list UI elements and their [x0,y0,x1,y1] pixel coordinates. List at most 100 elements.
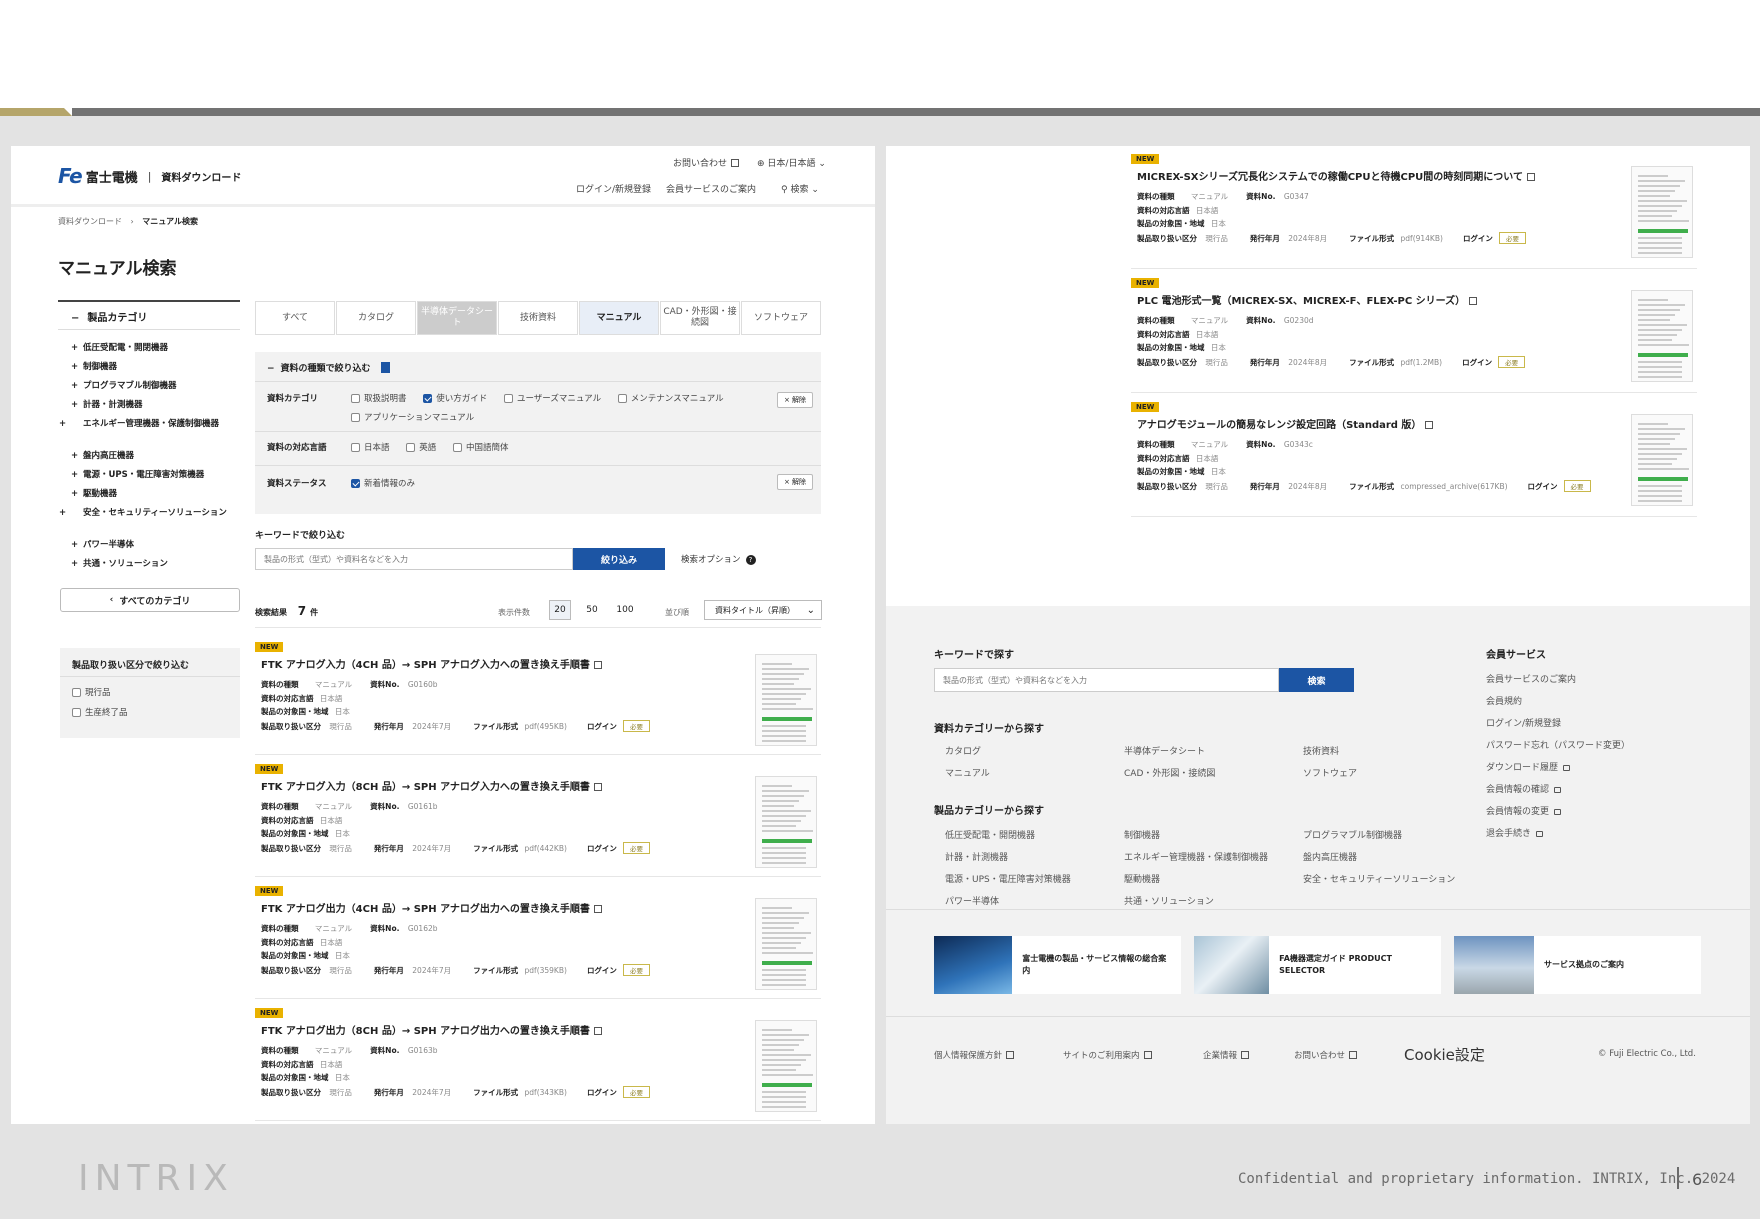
per-page-100[interactable]: 100 [611,600,639,620]
filter-option[interactable]: 英語 [406,443,436,453]
result-title-link[interactable]: FTK アナログ入力（4CH 品）→ SPH アナログ入力への置き換え手順書 [261,656,602,671]
result-title-link[interactable]: FTK アナログ出力（4CH 品）→ SPH アナログ出力への置き換え手順書 [261,900,602,915]
category-toggle[interactable]: − 製品カテゴリ [71,309,147,324]
filter-option[interactable]: アプリケーションマニュアル [351,411,474,423]
checkbox[interactable] [503,394,513,403]
handling-option-discontinued[interactable]: 生産終了品 [72,706,128,718]
doc-category-link[interactable]: マニュアル [945,766,990,779]
member-link[interactable]: 会員規約 [1486,694,1522,707]
category-item[interactable]: + エネルギー管理機器・保護制御機器 [59,419,236,451]
doc-category-link[interactable]: CAD・外形図・接続図 [1124,766,1215,779]
result-title-link[interactable]: FTK アナログ入力（8CH 品）→ SPH アナログ入力への置き換え手順書 [261,778,602,793]
category-item[interactable]: + 安全・セキュリティーソリューション [59,508,236,540]
result-title-link[interactable]: アナログモジュールの簡易なレンジ設定回路（Standard 版） [1137,416,1434,431]
checkbox[interactable] [406,443,416,452]
help-icon[interactable] [380,362,390,373]
tab-catalog[interactable]: カタログ [336,301,416,335]
product-category-link[interactable]: 低圧受配電・開閉機器 [945,828,1035,841]
document-thumbnail[interactable] [1631,290,1693,382]
per-page-20[interactable]: 20 [549,600,571,620]
checkbox[interactable] [72,688,81,697]
checkbox[interactable] [351,413,360,422]
member-link[interactable]: 会員情報の確認 [1486,782,1562,795]
privacy-link[interactable]: 個人情報保護方針 [934,1049,1015,1061]
member-link[interactable]: ログイン/新規登録 [1486,716,1561,729]
result-title-link[interactable]: MICREX-SXシリーズ冗長化システムでの稼働CPUと待機CPU間の時刻同期に… [1137,168,1535,183]
handling-option-current[interactable]: 現行品 [72,686,111,698]
product-category-link[interactable]: パワー半導体 [945,894,999,907]
document-thumbnail[interactable] [755,776,817,868]
filter-option[interactable]: 使い方ガイド [423,394,487,404]
document-thumbnail[interactable] [755,898,817,990]
member-link[interactable]: 会員サービスのご案内 [1486,672,1576,685]
site-guide-link[interactable]: サイトのご利用案内 [1063,1049,1152,1061]
member-link[interactable]: ダウンロード履歴 [1486,760,1571,773]
clear-status-button[interactable]: × 解除 [777,474,813,490]
login-link[interactable]: ログイン/新規登録 [576,182,651,195]
checkbox[interactable] [351,443,360,452]
member-link[interactable]: 会員情報の変更 [1486,804,1562,817]
all-categories-button[interactable]: ‹ すべてのカテゴリ [60,588,240,612]
banner-products[interactable]: 富士電機の製品・サービス情報の総合案内 [934,936,1181,994]
document-thumbnail[interactable] [755,654,817,746]
product-category-link[interactable]: 制御機器 [1124,828,1160,841]
document-thumbnail[interactable] [1631,414,1693,506]
category-item[interactable]: + 低圧受配電・開閉機器 [71,343,236,362]
checkbox-checked[interactable] [423,394,433,403]
search-toggle[interactable]: ⚲ 検索 ⌄ [781,182,819,195]
banner-service-locations[interactable]: サービス拠点のご案内 [1454,936,1701,994]
category-item[interactable]: + 共通・ソリューション [71,559,236,578]
document-thumbnail[interactable] [1631,166,1693,258]
filter-option[interactable]: ユーザーズマニュアル [503,394,601,404]
product-category-link[interactable]: 安全・セキュリティーソリューション [1303,872,1455,885]
category-item[interactable]: + 駆動機器 [71,489,236,508]
cookie-settings-link[interactable]: Cookie設定 [1404,1044,1485,1065]
filter-option[interactable]: 日本語 [351,443,390,453]
contact-footer-link[interactable]: お問い合わせ [1294,1049,1358,1061]
product-category-link[interactable]: エネルギー管理機器・保護制御機器 [1124,850,1268,863]
tab-semiconductor-datasheet[interactable]: 半導体データシート [417,301,497,335]
product-category-link[interactable]: 盤内高圧機器 [1303,850,1357,863]
doc-category-link[interactable]: 技術資料 [1303,744,1339,757]
breadcrumb-home[interactable]: 資料ダウンロード [58,217,122,226]
clear-category-button[interactable]: × 解除 [777,392,813,408]
product-category-link[interactable]: 計器・計測機器 [945,850,1008,863]
search-options-link[interactable]: 検索オプション? [681,553,756,565]
product-category-link[interactable]: 駆動機器 [1124,872,1160,885]
category-item[interactable]: + プログラマブル制御機器 [71,381,236,400]
tab-software[interactable]: ソフトウェア [741,301,821,335]
document-thumbnail[interactable] [755,1020,817,1112]
product-category-link[interactable]: プログラマブル制御機器 [1303,828,1402,841]
sort-select[interactable]: 資料タイトル（昇順） ⌄ [704,600,822,620]
doc-category-link[interactable]: 半導体データシート [1124,744,1205,757]
product-category-link[interactable]: 電源・UPS・電圧障害対策機器 [945,872,1071,885]
checkbox[interactable] [351,394,360,403]
member-service-link[interactable]: 会員サービスのご案内 [666,182,756,195]
doc-category-link[interactable]: カタログ [945,744,981,757]
language-selector[interactable]: ⊕ 日本/日本語 ⌄ [757,156,826,169]
footer-search-input[interactable] [934,668,1279,692]
filter-option[interactable]: 新着情報のみ [351,477,415,489]
category-item[interactable]: + 電源・UPS・電圧障害対策機器 [71,470,236,489]
filter-toggle[interactable]: − 資料の種類で絞り込む [267,361,390,374]
contact-link[interactable]: お問い合わせ [673,156,740,169]
tab-manual[interactable]: マニュアル [579,301,659,335]
category-item[interactable]: + パワー半導体 [71,540,236,559]
category-item[interactable]: + 制御機器 [71,362,236,381]
member-link[interactable]: パスワード忘れ（パスワード変更） [1486,738,1630,751]
member-link[interactable]: 退会手続き [1486,826,1544,839]
site-logo[interactable]: Fe 富士電機 | 資料ダウンロード [58,164,241,188]
filter-submit-button[interactable]: 絞り込み [573,548,665,570]
checkbox[interactable] [617,394,627,403]
filter-option[interactable]: 取扱説明書 [351,394,407,404]
company-info-link[interactable]: 企業情報 [1203,1049,1250,1061]
checkbox[interactable] [452,443,462,452]
tab-cad[interactable]: CAD・外形図・接続図 [660,301,740,335]
tab-technical-docs[interactable]: 技術資料 [498,301,578,335]
banner-product-selector[interactable]: FA機器選定ガイド PRODUCT SELECTOR [1194,936,1441,994]
doc-category-link[interactable]: ソフトウェア [1303,766,1357,779]
category-item[interactable]: + 計器・計測機器 [71,400,236,419]
checkbox[interactable] [72,708,81,717]
per-page-50[interactable]: 50 [581,600,603,620]
tab-all[interactable]: すべて [255,301,335,335]
